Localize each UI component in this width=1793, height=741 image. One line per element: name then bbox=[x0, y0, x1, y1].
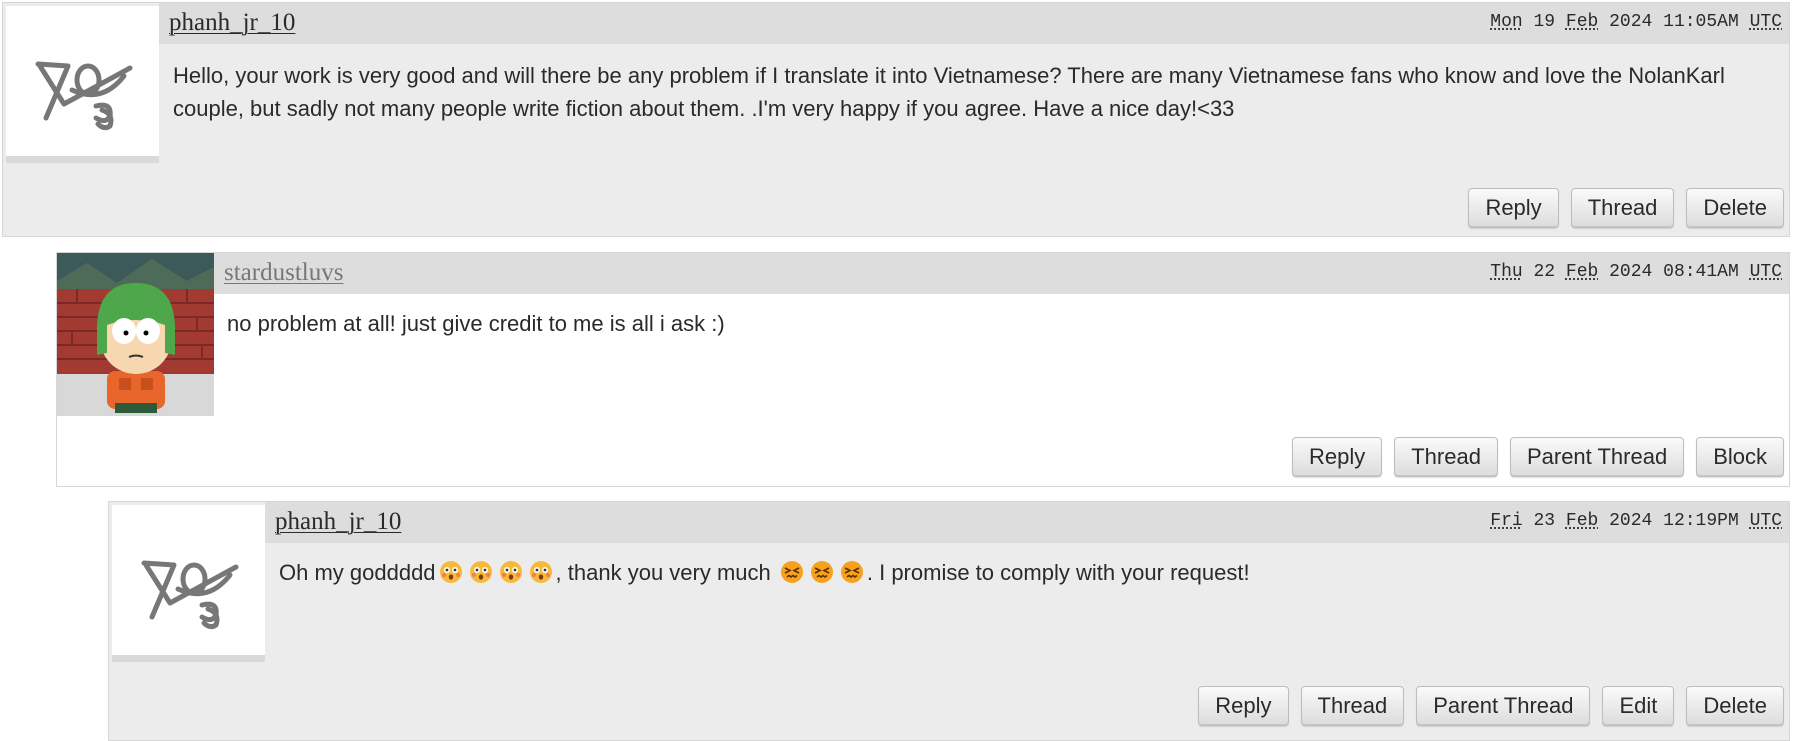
delete-button[interactable]: Delete bbox=[1686, 686, 1784, 726]
flushed-face-emoji-icon bbox=[469, 561, 492, 583]
reply-button[interactable]: Reply bbox=[1468, 188, 1559, 228]
comment-3-header: phanh_jr_10 Fri 23 Feb 2024 12:19PM UTC bbox=[265, 502, 1789, 543]
edit-button[interactable]: Edit bbox=[1602, 686, 1675, 726]
flushed-face-emoji-icon bbox=[499, 561, 522, 583]
comment-1-time: 11:05AM bbox=[1663, 12, 1739, 32]
comment-1-month: Feb bbox=[1565, 12, 1599, 32]
comment-2-header: stardustluvs Thu 22 Feb 2024 08:41AM UTC bbox=[214, 253, 1789, 294]
confounded-face-emoji-icon bbox=[780, 561, 803, 583]
comment-1: phanh_jr_10 Mon 19 Feb 2024 11:05AM UTC … bbox=[2, 2, 1790, 237]
comment-3-text-end: . I promise to comply with your request! bbox=[866, 560, 1250, 585]
comment-3-day: 23 bbox=[1533, 511, 1556, 531]
comment-2-author-link[interactable]: stardustluvs bbox=[224, 259, 343, 287]
ao3-default-avatar-icon bbox=[35, 61, 133, 131]
comment-1-actions: Reply Thread Delete bbox=[1468, 188, 1784, 228]
comment-1-author-link[interactable]: phanh_jr_10 bbox=[169, 9, 295, 37]
delete-button[interactable]: Delete bbox=[1686, 188, 1784, 228]
comment-3-text-start: Oh my goddddd bbox=[279, 560, 436, 585]
comment-2-time: 08:41AM bbox=[1663, 262, 1739, 282]
comment-1-text: Hello, your work is very good and will t… bbox=[173, 63, 1725, 121]
comment-3-text: Oh my goddddd , thank you very much . I p… bbox=[279, 556, 1759, 589]
reply-button[interactable]: Reply bbox=[1291, 437, 1383, 477]
thread-button[interactable]: Thread bbox=[1570, 188, 1675, 228]
flushed-face-emoji-icon bbox=[529, 561, 552, 583]
ao3-default-avatar-icon bbox=[141, 560, 239, 630]
comment-3-actions: Reply Thread Parent Thread Edit Delete bbox=[1198, 686, 1784, 726]
flushed-face-emoji-icon bbox=[439, 561, 462, 583]
comment-1-header: phanh_jr_10 Mon 19 Feb 2024 11:05AM UTC bbox=[159, 3, 1789, 44]
comment-3-time: 12:19PM bbox=[1663, 511, 1739, 531]
comment-1-day: 19 bbox=[1533, 12, 1556, 32]
comment-3: phanh_jr_10 Fri 23 Feb 2024 12:19PM UTC … bbox=[108, 501, 1790, 741]
parent-thread-button[interactable]: Parent Thread bbox=[1416, 686, 1591, 726]
comment-2-year: 2024 bbox=[1609, 262, 1653, 282]
comment-2: stardustluvs Thu 22 Feb 2024 08:41AM UTC… bbox=[56, 252, 1790, 487]
comment-1-timezone: UTC bbox=[1749, 12, 1782, 32]
comment-2-weekday: Thu bbox=[1490, 262, 1523, 282]
reply-button[interactable]: Reply bbox=[1198, 686, 1289, 726]
comment-3-timezone: UTC bbox=[1749, 511, 1782, 531]
comment-1-year: 2024 bbox=[1609, 12, 1653, 32]
confounded-face-emoji-icon bbox=[840, 561, 863, 583]
comment-3-author-link[interactable]: phanh_jr_10 bbox=[275, 508, 401, 536]
comment-2-datetime: Thu 22 Feb 2024 08:41AM UTC bbox=[1490, 262, 1782, 282]
comment-1-avatar[interactable] bbox=[6, 6, 159, 163]
comment-2-text: no problem at all! just give credit to m… bbox=[227, 311, 725, 336]
comment-3-month: Feb bbox=[1565, 511, 1599, 531]
comment-3-weekday: Fri bbox=[1490, 511, 1523, 531]
comment-1-datetime: Mon 19 Feb 2024 11:05AM UTC bbox=[1490, 12, 1782, 32]
thread-button[interactable]: Thread bbox=[1394, 437, 1498, 477]
confounded-face-emoji-icon bbox=[810, 561, 833, 583]
comment-2-actions: Reply Thread Parent Thread Block bbox=[1291, 437, 1784, 477]
block-button[interactable]: Block bbox=[1696, 437, 1784, 477]
thread-button[interactable]: Thread bbox=[1300, 686, 1405, 726]
comment-3-year: 2024 bbox=[1609, 511, 1653, 531]
kyle-south-park-avatar-icon bbox=[57, 253, 214, 416]
comment-2-timezone: UTC bbox=[1749, 262, 1782, 282]
comment-1-weekday: Mon bbox=[1490, 12, 1523, 32]
comment-3-datetime: Fri 23 Feb 2024 12:19PM UTC bbox=[1490, 511, 1782, 531]
comment-3-avatar[interactable] bbox=[112, 505, 265, 662]
comment-3-text-middle: , thank you very much bbox=[555, 560, 777, 585]
comment-2-month: Feb bbox=[1565, 262, 1599, 282]
parent-thread-button[interactable]: Parent Thread bbox=[1509, 437, 1685, 477]
comment-2-avatar[interactable] bbox=[57, 253, 214, 416]
comment-2-day: 22 bbox=[1533, 262, 1556, 282]
